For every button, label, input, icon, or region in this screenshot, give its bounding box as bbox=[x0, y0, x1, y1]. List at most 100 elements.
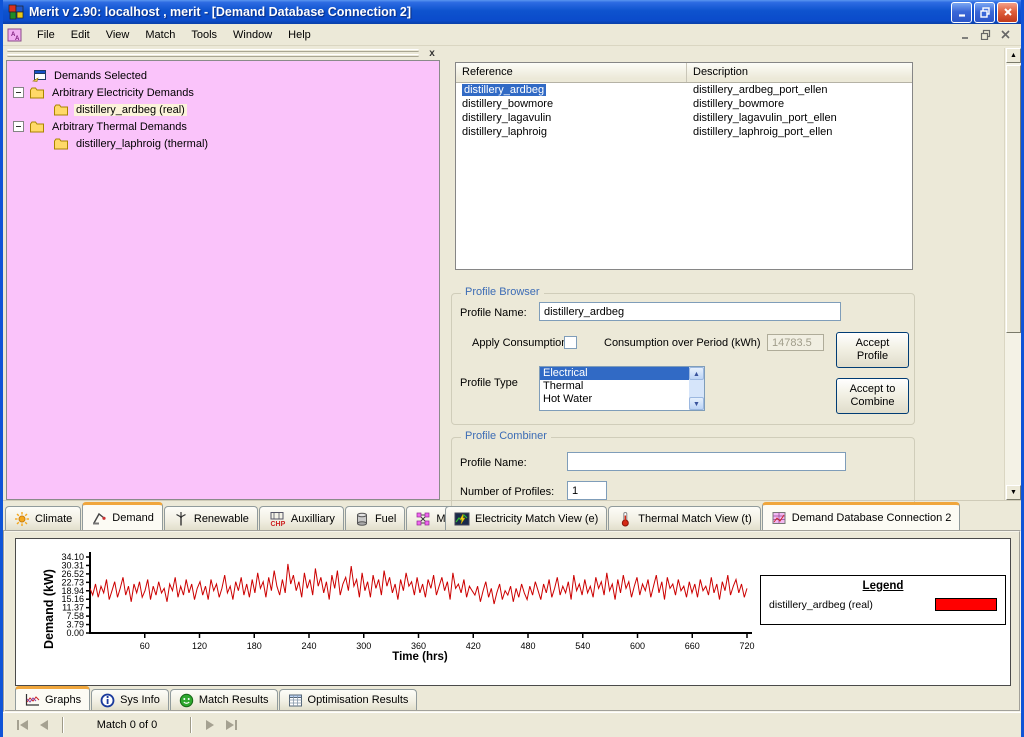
tab-fuel[interactable]: Fuel bbox=[345, 506, 405, 530]
last-match-button[interactable] bbox=[220, 720, 243, 730]
accept-profile-button[interactable]: Accept Profile bbox=[836, 332, 909, 368]
tab-label: Auxilliary bbox=[291, 513, 335, 525]
tree-item-demands-selected[interactable]: Demands Selected bbox=[31, 67, 437, 84]
tab-match-results[interactable]: Match Results bbox=[170, 689, 278, 710]
listbox-option-electrical[interactable]: Electrical bbox=[540, 367, 689, 380]
tree-item-distillery-ardbeg[interactable]: distillery_ardbeg (real) bbox=[53, 101, 437, 118]
previous-match-button[interactable] bbox=[34, 720, 54, 730]
profile-type-listbox[interactable]: Electrical Thermal Hot Water ▲ ▼ bbox=[539, 366, 705, 411]
table-cell[interactable]: distillery_bowmore bbox=[687, 97, 790, 111]
thermometer-icon bbox=[617, 511, 633, 527]
menu-help[interactable]: Help bbox=[280, 26, 319, 44]
sun-icon bbox=[14, 511, 30, 527]
menu-tools[interactable]: Tools bbox=[183, 26, 225, 44]
svg-text:600: 600 bbox=[630, 641, 645, 651]
app-icon bbox=[8, 4, 24, 20]
legend-entry: distillery_ardbeg (real) bbox=[769, 598, 997, 611]
profile-name-input[interactable] bbox=[539, 302, 841, 321]
dock-header[interactable]: x bbox=[3, 46, 443, 60]
mdi-restore-button[interactable] bbox=[977, 28, 993, 42]
tree-item-electricity-demands[interactable]: Arbitrary Electricity Demands bbox=[13, 84, 437, 101]
menu-match[interactable]: Match bbox=[137, 26, 183, 44]
table-cell[interactable]: distillery_ardbeg_port_ellen bbox=[687, 83, 834, 97]
scrollbar-thumb[interactable] bbox=[1006, 65, 1021, 333]
svg-text:360: 360 bbox=[411, 641, 426, 651]
gripper[interactable] bbox=[7, 49, 419, 57]
table-row[interactable]: distillery_ardbeg distillery_ardbeg_port… bbox=[456, 83, 912, 97]
tree-item-label[interactable]: Arbitrary Electricity Demands bbox=[50, 87, 196, 99]
match-network-icon bbox=[415, 511, 431, 527]
table-cell[interactable]: distillery_ardbeg bbox=[462, 84, 546, 96]
menu-edit[interactable]: Edit bbox=[63, 26, 98, 44]
close-icon bbox=[1000, 29, 1011, 40]
tab-optimisation-results[interactable]: Optimisation Results bbox=[279, 689, 418, 710]
table-row[interactable]: distillery_lagavulin distillery_lagavuli… bbox=[456, 111, 912, 125]
menu-file[interactable]: File bbox=[29, 26, 63, 44]
tab-auxilliary[interactable]: CHP Auxilliary bbox=[259, 506, 344, 530]
match-counter: Match 0 of 0 bbox=[72, 719, 182, 731]
svg-text:60: 60 bbox=[140, 641, 150, 651]
collapse-icon[interactable] bbox=[13, 87, 24, 98]
status-bar: Match 0 of 0 bbox=[3, 712, 1021, 737]
mdi-close-button[interactable] bbox=[997, 28, 1013, 42]
profile-table-header[interactable]: Reference Description bbox=[456, 63, 912, 83]
title-bar: Merit v 2.90: localhost , merit - [Deman… bbox=[3, 0, 1021, 24]
tree-item-thermal-demands[interactable]: Arbitrary Thermal Demands bbox=[13, 118, 437, 135]
tab-graphs[interactable]: Graphs bbox=[15, 686, 90, 710]
combiner-profile-name-input[interactable] bbox=[567, 452, 846, 471]
graph-panel: 0.003.797.5811.3715.1618.9422.7326.5230.… bbox=[3, 530, 1021, 712]
column-header-reference[interactable]: Reference bbox=[456, 63, 687, 82]
tab-demand[interactable]: Demand bbox=[82, 502, 163, 530]
tree-item-label[interactable]: Demands Selected bbox=[52, 70, 149, 82]
svg-text:34.10: 34.10 bbox=[61, 552, 84, 562]
scroll-down-icon[interactable]: ▼ bbox=[689, 397, 704, 410]
close-button[interactable] bbox=[997, 2, 1018, 23]
column-header-description[interactable]: Description bbox=[687, 63, 754, 82]
tab-climate[interactable]: Climate bbox=[5, 506, 81, 530]
table-cell[interactable]: distillery_bowmore bbox=[456, 97, 687, 111]
svg-text:540: 540 bbox=[575, 641, 590, 651]
tab-sys-info[interactable]: Sys Info bbox=[91, 689, 169, 710]
number-of-profiles-input[interactable] bbox=[567, 481, 607, 500]
tree-item-distillery-laphroig[interactable]: distillery_laphroig (thermal) bbox=[53, 135, 437, 152]
minimize-button[interactable] bbox=[951, 2, 972, 23]
table-row[interactable]: distillery_laphroig distillery_laphroig_… bbox=[456, 125, 912, 139]
menu-window[interactable]: Window bbox=[225, 26, 280, 44]
table-cell[interactable]: distillery_laphroig bbox=[456, 125, 687, 139]
right-pane-scrollbar[interactable]: ▲ ▼ bbox=[1004, 48, 1021, 500]
tree-item-label[interactable]: distillery_ardbeg (real) bbox=[74, 104, 187, 116]
scroll-up-icon[interactable]: ▲ bbox=[1006, 48, 1021, 63]
tab-demand-database-connection-2[interactable]: Demand Database Connection 2 bbox=[762, 502, 961, 530]
tree-item-label[interactable]: Arbitrary Thermal Demands bbox=[50, 121, 189, 133]
scroll-down-icon[interactable]: ▼ bbox=[1006, 485, 1021, 500]
mdi-minimize-button[interactable] bbox=[957, 28, 973, 42]
table-cell[interactable]: distillery_lagavulin bbox=[456, 111, 687, 125]
scroll-up-icon[interactable]: ▲ bbox=[689, 367, 704, 380]
apply-consumption-checkbox[interactable] bbox=[564, 336, 577, 349]
table-cell[interactable]: distillery_lagavulin_port_ellen bbox=[687, 111, 843, 125]
collapse-icon[interactable] bbox=[13, 121, 24, 132]
tree-item-label[interactable]: distillery_laphroig (thermal) bbox=[74, 138, 210, 150]
listbox-option-thermal[interactable]: Thermal bbox=[540, 380, 689, 393]
profile-table[interactable]: Reference Description distillery_ardbeg … bbox=[455, 62, 913, 270]
tab-thermal-match-view[interactable]: Thermal Match View (t) bbox=[608, 506, 761, 530]
tab-renewable[interactable]: Renewable bbox=[164, 506, 258, 530]
listbox-scrollbar[interactable]: ▲ ▼ bbox=[689, 367, 704, 410]
listbox-option-hot-water[interactable]: Hot Water bbox=[540, 393, 689, 406]
menu-view[interactable]: View bbox=[98, 26, 138, 44]
window-title: Merit v 2.90: localhost , merit - [Deman… bbox=[29, 5, 949, 19]
combiner-profile-name-label: Profile Name: bbox=[460, 457, 527, 469]
svg-text:A: A bbox=[15, 36, 20, 42]
folder-icon bbox=[53, 102, 69, 118]
folder-icon bbox=[29, 85, 45, 101]
tab-electricity-match-view[interactable]: Electricity Match View (e) bbox=[445, 506, 607, 530]
next-match-button[interactable] bbox=[200, 720, 220, 730]
first-match-button[interactable] bbox=[11, 720, 34, 730]
restore-button[interactable] bbox=[974, 2, 995, 23]
accept-to-combine-button[interactable]: Accept to Combine bbox=[836, 378, 909, 414]
dock-close-icon[interactable]: x bbox=[425, 48, 439, 59]
table-cell[interactable]: distillery_laphroig_port_ellen bbox=[687, 125, 838, 139]
number-of-profiles-label: Number of Profiles: bbox=[460, 486, 554, 498]
table-row[interactable]: distillery_bowmore distillery_bowmore bbox=[456, 97, 912, 111]
graph-icon bbox=[24, 693, 40, 707]
